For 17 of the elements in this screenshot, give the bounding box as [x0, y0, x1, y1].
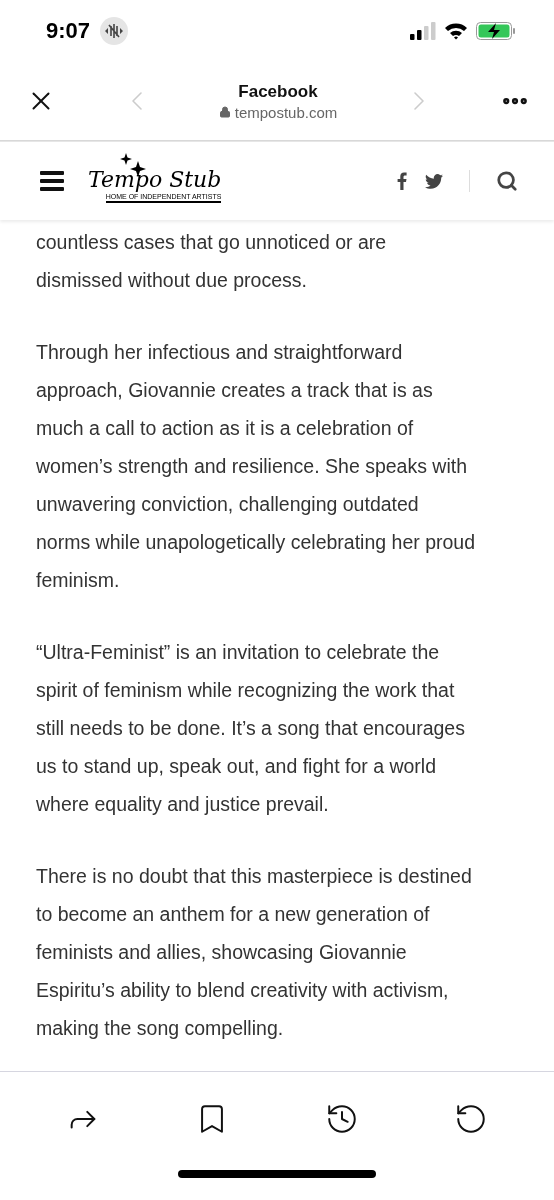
battery-charging-icon [476, 21, 516, 41]
page-url: tempostub.com [234, 103, 338, 121]
audio-off-icon [100, 17, 129, 45]
menu-icon[interactable] [40, 171, 64, 191]
twitter-icon[interactable] [425, 173, 443, 189]
status-time: 9:07 [46, 18, 91, 44]
lock-icon [218, 106, 231, 118]
article-paragraph: countless cases that go unnoticed or are dismissed without due process. [36, 230, 388, 293]
facebook-icon[interactable] [397, 172, 407, 190]
search-icon[interactable] [496, 170, 518, 192]
article-paragraph: Through her infectious and straightforward approach, Giovannie creates a track that is as much a call to action as it is a celebration of women’s strength and resilience. She speaks with unwavering conviction, challenging outdated norms while unapologetically celebrating her proud feminism. [36, 340, 476, 593]
site-logo[interactable]: Tempo Stub [88, 169, 222, 191]
signal-icon [410, 22, 436, 40]
article-paragraph: “Ultra-Feminist” is an invitation to celebrate the spirit of feminism while recognizing the work that still needs to be done. It’s a song that encourages us to stand up, speak out, and fight for a world where equality and justice prevail. [36, 640, 466, 817]
wifi-icon [444, 22, 468, 40]
page-title: Facebook [238, 81, 318, 102]
article-paragraph: There is no doubt that this masterpiece is destined to become an anthem for a new generation of feminists and allies, showcasing Giovannie Espiritu’s ability to blend creativity with activism, making the song compelling. [36, 864, 473, 1041]
